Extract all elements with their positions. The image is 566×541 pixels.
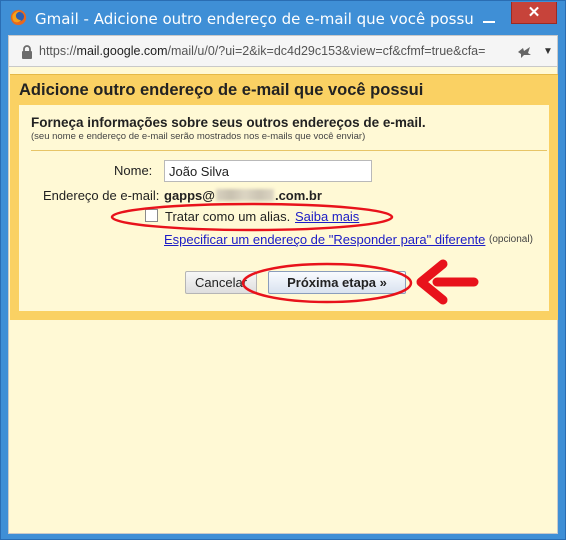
alias-checkbox[interactable] bbox=[145, 209, 158, 222]
page-content: Adicione outro endereço de e-mail que vo… bbox=[8, 67, 558, 534]
reply-to-link[interactable]: Especificar um endereço de "Responder pa… bbox=[164, 232, 485, 247]
divider bbox=[31, 150, 547, 151]
url-text[interactable]: https://mail.google.com/mail/u/0/?ui=2&i… bbox=[39, 44, 499, 58]
close-button[interactable]: ✕ bbox=[511, 2, 557, 24]
dialog-title: Adicione outro endereço de e-mail que vo… bbox=[19, 81, 424, 99]
email-label: Endereço de e-mail: bbox=[43, 188, 160, 203]
email-value: gapps@ .com.br bbox=[164, 188, 322, 203]
dialog-body: Forneça informações sobre seus outros en… bbox=[10, 105, 558, 320]
extension-icon[interactable] bbox=[515, 43, 533, 61]
optional-note: (opcional) bbox=[489, 234, 533, 245]
name-input[interactable] bbox=[164, 160, 372, 182]
chevron-down-icon[interactable]: ▼ bbox=[541, 43, 555, 61]
lock-icon bbox=[22, 45, 32, 59]
window-titlebar[interactable]: Gmail - Adicione outro endereço de e-mai… bbox=[1, 1, 565, 35]
url-scheme: https:// bbox=[39, 44, 77, 58]
cancel-button[interactable]: Cancelar bbox=[185, 271, 257, 294]
firefox-logo-icon bbox=[10, 9, 27, 26]
url-path: /mail/u/0/?ui=2&ik=dc4d29c153&view=cf&cf… bbox=[167, 44, 486, 58]
url-host: mail.google.com bbox=[76, 44, 168, 58]
intro-title: Forneça informações sobre seus outros en… bbox=[31, 115, 426, 130]
next-step-button[interactable]: Próxima etapa » bbox=[268, 271, 406, 294]
dialog-header: Adicione outro endereço de e-mail que vo… bbox=[10, 74, 558, 105]
email-prefix: gapps@ bbox=[164, 188, 215, 203]
window-title: Gmail - Adicione outro endereço de e-mai… bbox=[35, 10, 475, 28]
redacted-blur bbox=[215, 189, 274, 201]
name-label: Nome: bbox=[114, 163, 153, 178]
address-bar[interactable]: https://mail.google.com/mail/u/0/?ui=2&i… bbox=[8, 35, 558, 67]
email-suffix: .com.br bbox=[274, 188, 322, 203]
alias-label[interactable]: Tratar como um alias. bbox=[165, 209, 290, 224]
intro-subtitle: (seu nome e endereço de e-mail serão mos… bbox=[31, 131, 366, 142]
browser-popup-window: Gmail - Adicione outro endereço de e-mai… bbox=[0, 0, 566, 540]
learn-more-link[interactable]: Saiba mais bbox=[295, 209, 359, 224]
minimize-button[interactable] bbox=[479, 9, 499, 27]
